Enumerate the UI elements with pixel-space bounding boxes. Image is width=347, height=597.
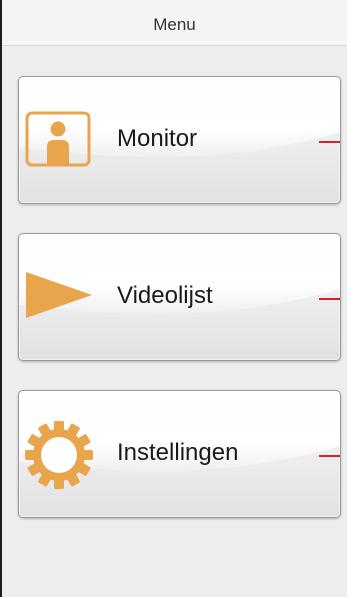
indicator-mark [319, 455, 340, 457]
frame-edge [0, 0, 2, 597]
instellingen-label: Instellingen [117, 439, 239, 466]
instellingen-button[interactable]: Instellingen [18, 390, 341, 518]
gear-icon [23, 419, 95, 496]
person-icon [25, 111, 91, 172]
play-icon [24, 270, 94, 325]
videolijst-button[interactable]: Videolijst [18, 233, 341, 361]
monitor-button[interactable]: Monitor [18, 76, 341, 204]
header-bar: Menu [2, 0, 347, 46]
indicator-mark [319, 298, 340, 300]
page-title: Menu [153, 15, 196, 34]
monitor-label: Monitor [117, 125, 198, 152]
videolijst-label: Videolijst [117, 282, 213, 309]
indicator-mark [319, 141, 340, 143]
menu-screen: Menu Monitor Videolijst Instellingen [0, 0, 347, 597]
